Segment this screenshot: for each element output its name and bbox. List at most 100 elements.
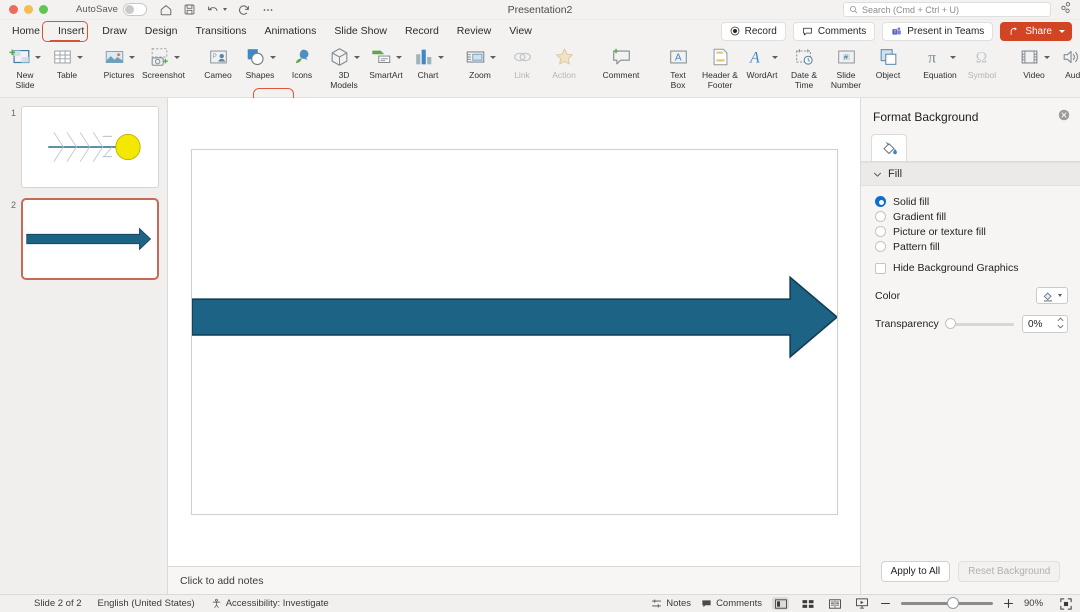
equation-icon[interactable]: π bbox=[924, 45, 956, 69]
shapes-icon[interactable] bbox=[244, 45, 276, 69]
reading-view-icon[interactable] bbox=[826, 597, 843, 610]
ribbon-chart[interactable]: Chart bbox=[407, 42, 449, 81]
undo-caret-icon[interactable] bbox=[223, 8, 227, 11]
smartart-icon[interactable] bbox=[370, 45, 402, 69]
minimize-window-button[interactable] bbox=[24, 5, 33, 14]
ribbon-shapes[interactable]: Shapes bbox=[239, 42, 281, 81]
video-caret-icon[interactable] bbox=[1044, 55, 1050, 59]
ribbon-audio[interactable]: Audio bbox=[1055, 42, 1080, 81]
ribbon-equation[interactable]: π Equation bbox=[919, 42, 961, 81]
slide-thumbnail-1[interactable] bbox=[21, 106, 159, 188]
ribbon-table[interactable]: Table bbox=[46, 42, 88, 81]
slide-show-icon[interactable] bbox=[853, 597, 870, 610]
ribbon-header-footer[interactable]: Header & Footer bbox=[699, 42, 741, 90]
chart-icon[interactable] bbox=[412, 45, 444, 69]
symbol-icon[interactable]: Ω bbox=[971, 45, 994, 69]
slide-canvas-area[interactable] bbox=[168, 98, 860, 566]
fill-option-pattern[interactable]: Pattern fill bbox=[875, 239, 1068, 254]
tab-record[interactable]: Record bbox=[397, 23, 447, 39]
ribbon-wordart[interactable]: A WordArt bbox=[741, 42, 783, 81]
pane-tab-strip[interactable] bbox=[861, 134, 1080, 161]
video-icon[interactable] bbox=[1018, 45, 1050, 69]
solid-fill-radio[interactable] bbox=[875, 196, 886, 207]
picture-fill-radio[interactable] bbox=[875, 226, 886, 237]
transparency-slider-knob[interactable] bbox=[944, 318, 956, 329]
audio-icon[interactable] bbox=[1060, 45, 1080, 69]
zoom-caret-icon[interactable] bbox=[490, 55, 496, 59]
search-input[interactable]: Search (Cmd + Ctrl + U) bbox=[843, 2, 1051, 17]
autosave-toggle[interactable] bbox=[123, 3, 147, 16]
zoom-icon[interactable] bbox=[464, 45, 496, 69]
apply-to-all-button[interactable]: Apply to All bbox=[880, 561, 951, 582]
action-icon[interactable] bbox=[553, 45, 576, 69]
comments-status-button[interactable]: Comments bbox=[701, 598, 762, 609]
home-icon[interactable] bbox=[159, 3, 173, 17]
smartart-caret-icon[interactable] bbox=[396, 55, 402, 59]
share-caret-icon[interactable] bbox=[1059, 29, 1065, 33]
new-slide-icon[interactable] bbox=[9, 45, 41, 69]
tab-review[interactable]: Review bbox=[449, 23, 499, 39]
share-button[interactable]: Share bbox=[1000, 21, 1072, 41]
ribbon-pictures[interactable]: Pictures bbox=[98, 42, 140, 81]
date-time-icon[interactable] bbox=[793, 45, 816, 69]
ribbon-slide-number[interactable]: # Slide Number bbox=[825, 42, 867, 90]
icons-icon[interactable] bbox=[291, 45, 314, 69]
ribbon-symbol[interactable]: Ω Symbol bbox=[961, 42, 1003, 81]
autosave-control[interactable]: AutoSave bbox=[76, 3, 147, 16]
object-icon[interactable] bbox=[877, 45, 900, 69]
redo-icon[interactable] bbox=[237, 3, 251, 17]
shapes-caret-icon[interactable] bbox=[270, 55, 276, 59]
wordart-icon[interactable]: A bbox=[746, 45, 778, 69]
fill-tab[interactable] bbox=[871, 134, 907, 161]
slide-sorter-icon[interactable] bbox=[799, 597, 816, 610]
pictures-caret-icon[interactable] bbox=[129, 55, 135, 59]
share-link-icon[interactable] bbox=[1059, 1, 1072, 19]
close-icon[interactable] bbox=[1058, 108, 1070, 126]
close-window-button[interactable] bbox=[9, 5, 18, 14]
zoom-in-button[interactable] bbox=[1003, 598, 1014, 609]
zoom-slider[interactable] bbox=[901, 597, 993, 610]
table-caret-icon[interactable] bbox=[77, 55, 83, 59]
slide-number-icon[interactable]: # bbox=[835, 45, 858, 69]
hide-background-graphics-checkbox[interactable] bbox=[875, 262, 886, 274]
quick-access-toolbar[interactable] bbox=[159, 3, 275, 17]
hide-background-graphics-row[interactable]: Hide Background Graphics bbox=[875, 260, 1068, 276]
ribbon-date-time[interactable]: Date & Time bbox=[783, 42, 825, 90]
block-arrow-shape[interactable] bbox=[190, 150, 838, 514]
table-icon[interactable] bbox=[51, 45, 83, 69]
record-button[interactable]: Record bbox=[720, 21, 786, 41]
zoom-slider-knob[interactable] bbox=[947, 597, 959, 610]
ribbon-link[interactable]: Link bbox=[501, 42, 543, 81]
fill-section-header[interactable]: Fill bbox=[861, 162, 1080, 186]
thumbnail-row-2[interactable]: 2 bbox=[0, 198, 167, 290]
zoom-out-button[interactable] bbox=[880, 598, 891, 609]
color-caret-icon[interactable] bbox=[1058, 294, 1062, 297]
more-options-icon[interactable] bbox=[261, 3, 275, 17]
reset-background-button[interactable]: Reset Background bbox=[958, 561, 1061, 582]
ribbon-object[interactable]: Object bbox=[867, 42, 909, 81]
fill-option-solid[interactable]: Solid fill bbox=[875, 194, 1068, 209]
new-slide-caret-icon[interactable] bbox=[35, 55, 41, 59]
header-footer-icon[interactable] bbox=[709, 45, 732, 69]
equation-caret-icon[interactable] bbox=[950, 55, 956, 59]
tab-home[interactable]: Home bbox=[4, 23, 48, 39]
normal-view-icon[interactable] bbox=[772, 597, 789, 610]
color-picker-button[interactable] bbox=[1036, 287, 1068, 304]
ribbon-comment[interactable]: Comment bbox=[595, 42, 647, 81]
transparency-input[interactable]: 0% bbox=[1022, 315, 1068, 333]
pattern-fill-radio[interactable] bbox=[875, 241, 886, 252]
comment-icon[interactable] bbox=[610, 45, 633, 69]
pictures-icon[interactable] bbox=[103, 45, 135, 69]
chart-caret-icon[interactable] bbox=[438, 55, 444, 59]
ribbon-cameo[interactable]: P Cameo bbox=[197, 42, 239, 81]
link-icon[interactable] bbox=[511, 45, 534, 69]
gradient-fill-radio[interactable] bbox=[875, 211, 886, 222]
thumbnail-row-1[interactable]: 1 bbox=[0, 106, 167, 198]
ribbon-new-slide[interactable]: New Slide bbox=[4, 42, 46, 90]
slide-canvas[interactable] bbox=[190, 149, 838, 515]
transparency-slider[interactable] bbox=[944, 318, 1014, 329]
undo-icon[interactable] bbox=[206, 3, 227, 17]
tab-slide-show[interactable]: Slide Show bbox=[326, 23, 395, 39]
window-controls[interactable] bbox=[0, 5, 48, 14]
language-status[interactable]: English (United States) bbox=[98, 598, 195, 609]
